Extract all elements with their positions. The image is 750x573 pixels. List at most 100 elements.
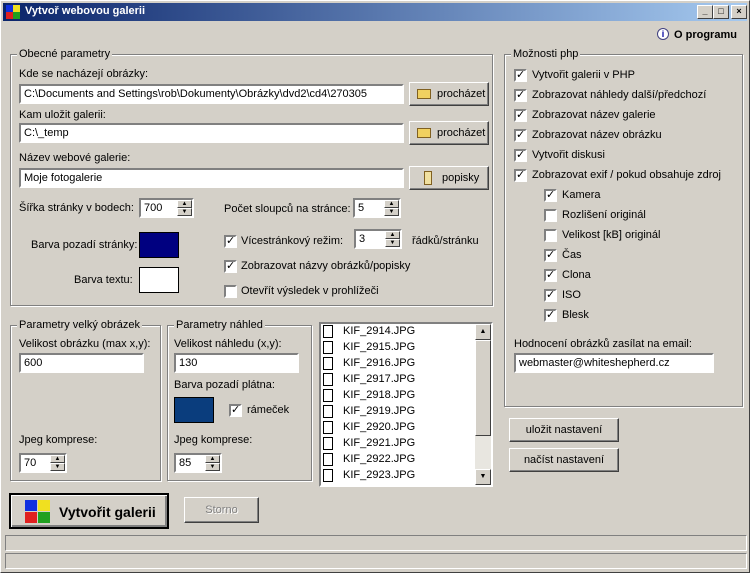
- exif-option-checkbox-1[interactable]: [544, 209, 557, 222]
- file-icon: [323, 453, 333, 466]
- frame-label: rámeček: [247, 404, 290, 416]
- scroll-up-icon[interactable]: ▲: [475, 324, 491, 340]
- multipage-checkbox[interactable]: ✓: [224, 235, 237, 248]
- file-icon: [323, 357, 333, 370]
- gallery-icon: [25, 500, 51, 524]
- maximize-button[interactable]: □: [713, 5, 729, 19]
- page-bg-label: Barva pozadí stránky:: [31, 239, 138, 251]
- file-icon: [323, 389, 333, 402]
- large-jpeg-label: Jpeg komprese:: [19, 434, 98, 446]
- spin-up-icon[interactable]: ▲: [384, 200, 399, 208]
- create-gallery-button[interactable]: Vytvořit galerii: [9, 493, 169, 529]
- gallery-name-input[interactable]: Moje fotogalerie: [19, 168, 404, 188]
- browse-images-button[interactable]: procházet: [409, 82, 489, 106]
- file-list[interactable]: ▲ ▼ KIF_2914.JPG KIF_2915.JPG KIF_2916.JPG…: [319, 322, 493, 487]
- spin-down-icon[interactable]: ▼: [385, 239, 400, 247]
- email-label: Hodnocení obrázků zasílat na email:: [514, 338, 692, 350]
- php-legend: Možnosti php: [511, 48, 581, 60]
- php-option-checkbox-0[interactable]: ✓: [514, 69, 527, 82]
- file-icon: [323, 373, 333, 386]
- progress-bar: [5, 535, 747, 551]
- scroll-down-icon[interactable]: ▼: [475, 469, 491, 485]
- spin-up-icon[interactable]: ▲: [385, 231, 400, 239]
- browse-label: procházet: [437, 127, 486, 139]
- php-option-checkbox-2[interactable]: ✓: [514, 109, 527, 122]
- php-option-checkbox-4[interactable]: ✓: [514, 149, 527, 162]
- load-settings-button[interactable]: načíst nastavení: [509, 448, 619, 472]
- frame-checkbox[interactable]: ✓: [229, 404, 242, 417]
- save-settings-button[interactable]: uložit nastavení: [509, 418, 619, 442]
- exif-option-checkbox-6[interactable]: ✓: [544, 309, 557, 322]
- spin-down-icon[interactable]: ▼: [50, 463, 65, 471]
- php-option-checkbox-5[interactable]: ✓: [514, 169, 527, 182]
- php-option-label-2: Zobrazovat název galerie: [532, 109, 656, 121]
- file-name: KIF_2922.JPG: [343, 453, 416, 465]
- thumb-jpeg-spinner[interactable]: 85 ▲ ▼: [174, 453, 222, 473]
- gallery-name-label: Název webové galerie:: [19, 152, 131, 164]
- file-name: KIF_2923.JPG: [343, 469, 416, 481]
- file-name: KIF_2921.JPG: [343, 437, 416, 449]
- exif-option-checkbox-3[interactable]: ✓: [544, 249, 557, 262]
- file-name: KIF_2914.JPG: [343, 325, 416, 337]
- title-bar[interactable]: Vytvoř webovou galerii _ □ ×: [3, 3, 747, 21]
- thumb-jpeg-value: 85: [179, 457, 192, 469]
- file-icon: [323, 437, 333, 450]
- file-icon: [323, 325, 333, 338]
- window-title: Vytvoř webovou galerii: [25, 5, 146, 17]
- file-icon: [323, 405, 333, 418]
- large-image-legend: Parametry velký obrázek: [17, 319, 143, 331]
- spin-down-icon[interactable]: ▼: [205, 463, 220, 471]
- scroll-thumb[interactable]: [475, 340, 491, 436]
- thumb-bg-color-swatch[interactable]: [174, 397, 214, 423]
- page-bg-color-swatch[interactable]: [139, 232, 179, 258]
- exif-option-label-1: Rozlišení originál: [562, 209, 646, 221]
- save-path-input[interactable]: C:\_temp: [19, 123, 404, 143]
- exif-option-checkbox-0[interactable]: ✓: [544, 189, 557, 202]
- thumb-size-input[interactable]: 130: [174, 353, 299, 373]
- large-jpeg-spinner[interactable]: 70 ▲ ▼: [19, 453, 67, 473]
- images-path-input[interactable]: C:\Documents and Settings\rob\Dokumenty\…: [19, 84, 404, 104]
- general-legend: Obecné parametry: [17, 48, 113, 60]
- text-color-swatch[interactable]: [139, 267, 179, 293]
- columns-spinner[interactable]: 5 ▲ ▼: [353, 198, 401, 218]
- show-names-checkbox[interactable]: ✓: [224, 260, 237, 273]
- spin-down-icon[interactable]: ▼: [384, 208, 399, 216]
- thumb-size-label: Velikost náhledu (x,y):: [174, 338, 282, 350]
- exif-option-checkbox-4[interactable]: ✓: [544, 269, 557, 282]
- cancel-button[interactable]: Storno: [184, 497, 259, 523]
- spin-up-icon[interactable]: ▲: [177, 200, 192, 208]
- open-browser-label: Otevřít výsledek v prohlížeči: [241, 285, 379, 297]
- captions-button[interactable]: popisky: [409, 166, 489, 190]
- folder-icon: [417, 89, 431, 99]
- rows-spinner[interactable]: 3 ▲ ▼: [354, 229, 402, 249]
- spin-down-icon[interactable]: ▼: [177, 208, 192, 216]
- page-width-spinner[interactable]: 700 ▲ ▼: [139, 198, 194, 218]
- save-label: Kam uložit galerii:: [19, 109, 106, 121]
- status-bar: [5, 553, 747, 569]
- email-input[interactable]: webmaster@whiteshepherd.cz: [514, 353, 714, 373]
- exif-option-checkbox-5[interactable]: ✓: [544, 289, 557, 302]
- exif-option-label-2: Velikost [kB] originál: [562, 229, 661, 241]
- php-option-label-5: Zobrazovat exif / pokud obsahuje zdroj: [532, 169, 721, 181]
- columns-value: 5: [358, 202, 365, 214]
- file-icon: [323, 341, 333, 354]
- exif-option-label-4: Clona: [562, 269, 591, 281]
- folder-icon: [417, 128, 431, 138]
- large-size-input[interactable]: 600: [19, 353, 144, 373]
- php-option-checkbox-3[interactable]: ✓: [514, 129, 527, 142]
- spin-up-icon[interactable]: ▲: [50, 455, 65, 463]
- open-browser-checkbox[interactable]: [224, 285, 237, 298]
- spin-up-icon[interactable]: ▲: [205, 455, 220, 463]
- browse-save-button[interactable]: procházet: [409, 121, 489, 145]
- browse-label: procházet: [437, 88, 486, 100]
- pencil-icon: [424, 171, 432, 185]
- file-list-scrollbar[interactable]: ▲ ▼: [475, 324, 491, 485]
- page-width-value: 700: [144, 202, 163, 214]
- php-option-checkbox-1[interactable]: ✓: [514, 89, 527, 102]
- rows-value: 3: [359, 233, 366, 245]
- app-window: Vytvoř webovou galerii _ □ × i O program…: [0, 0, 750, 573]
- close-button[interactable]: ×: [731, 5, 747, 19]
- rows-unit-label: řádků/stránku: [412, 235, 479, 247]
- minimize-button[interactable]: _: [697, 5, 713, 19]
- exif-option-checkbox-2[interactable]: [544, 229, 557, 242]
